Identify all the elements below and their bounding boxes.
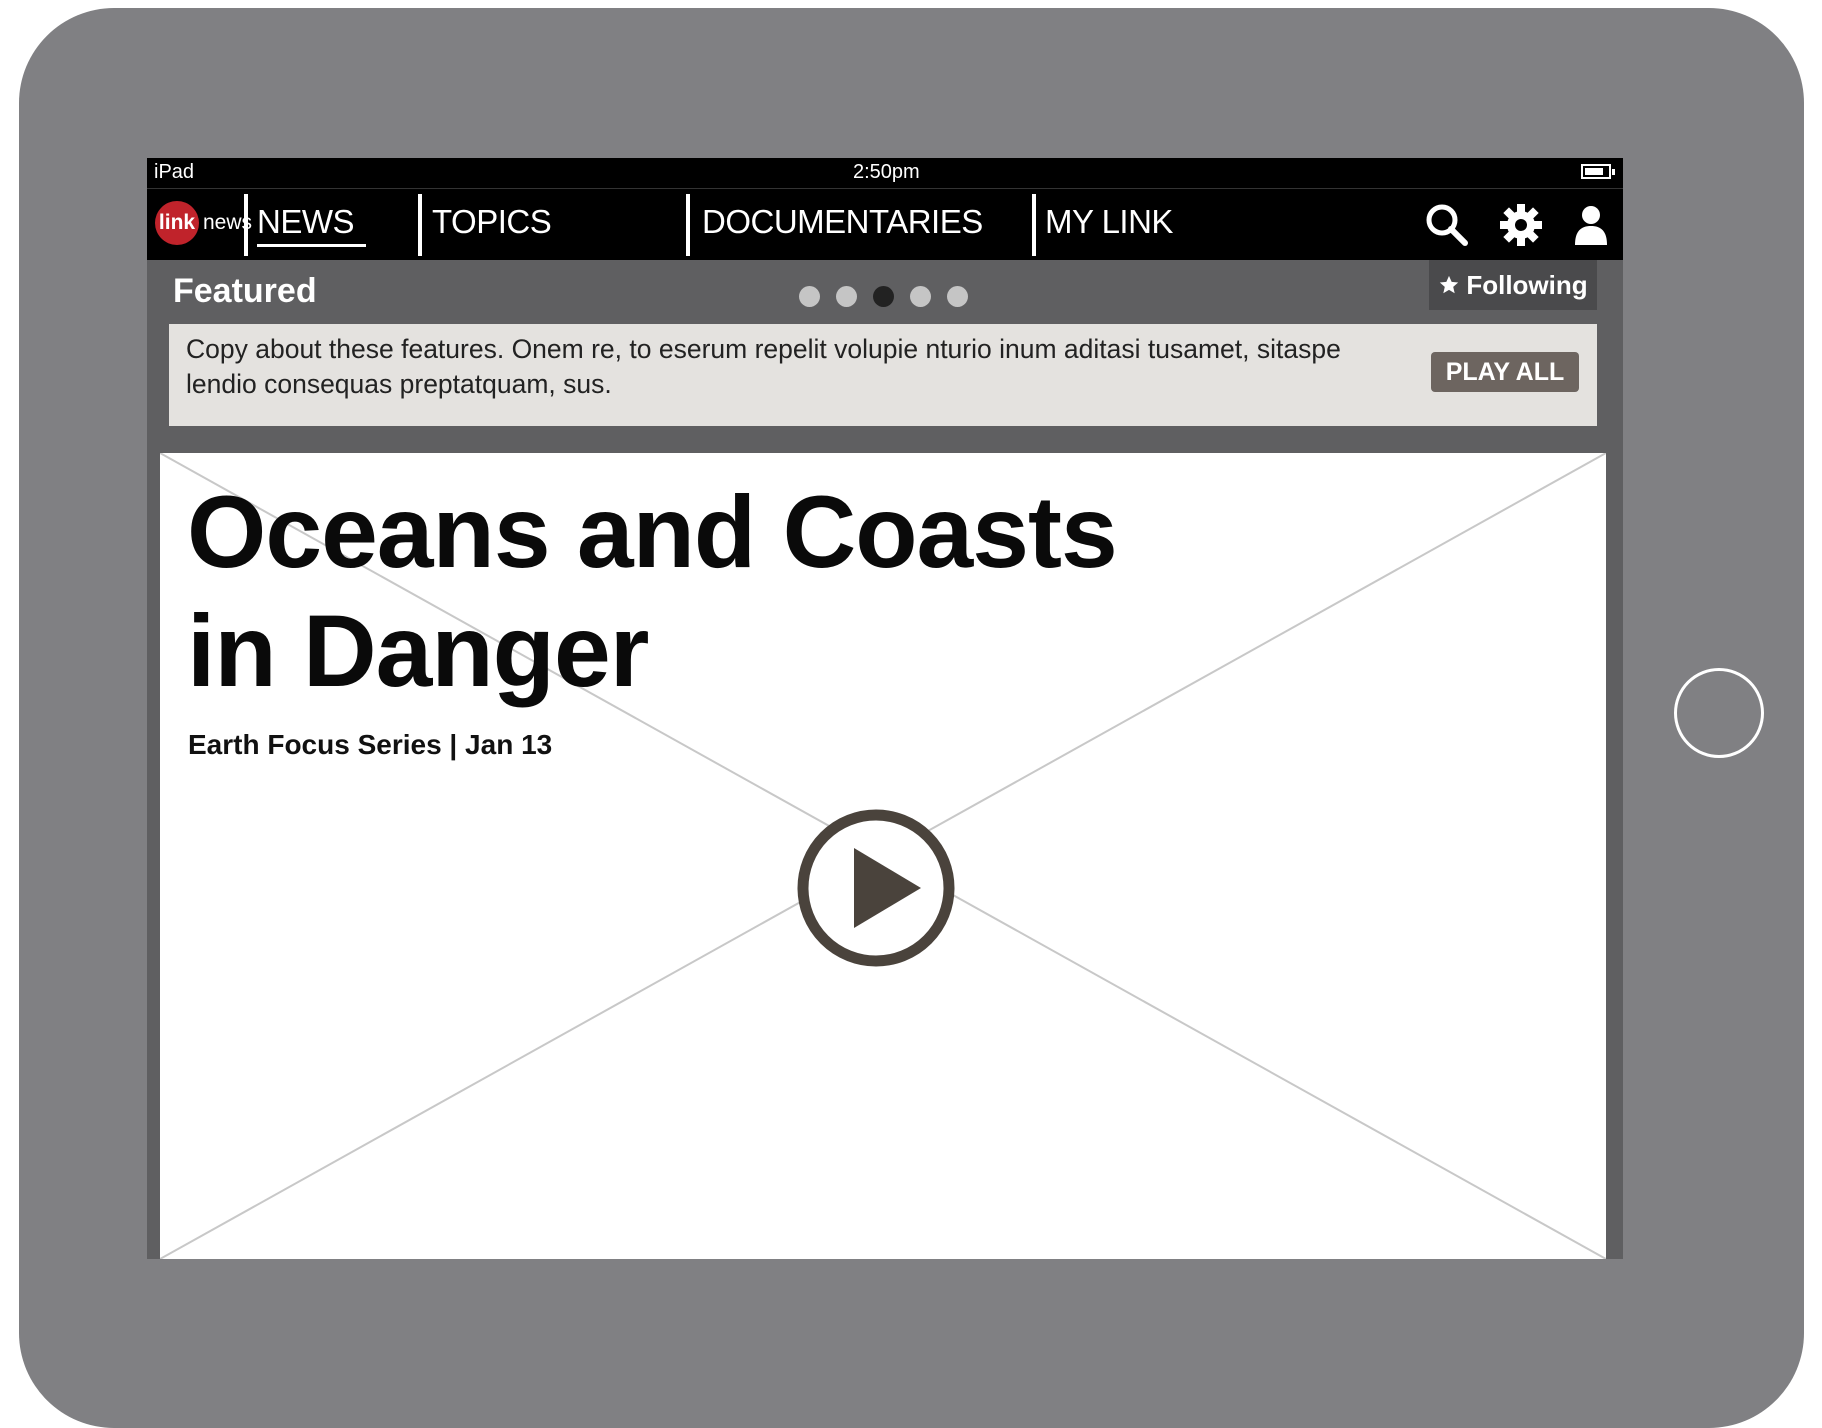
video-title-line-1: Oceans and Coasts — [187, 475, 1118, 589]
logo-mark: link — [155, 201, 199, 245]
play-icon[interactable] — [796, 808, 956, 968]
featured-header: Featured Following — [147, 260, 1623, 324]
clock: 2:50pm — [853, 161, 920, 183]
battery-icon — [1581, 164, 1615, 179]
nav-tab-my-link[interactable]: MY LINK — [1045, 203, 1173, 241]
device-label: iPad — [154, 161, 195, 183]
video-title: Oceans and Coasts in Danger — [187, 473, 1287, 711]
featured-title: Featured — [173, 272, 317, 310]
nav-divider — [1032, 194, 1036, 256]
carousel-dot[interactable] — [836, 286, 857, 307]
featured-description-panel: Copy about these features. Onem re, to e… — [169, 324, 1597, 426]
nav-divider — [244, 194, 248, 256]
link-news-logo[interactable]: link news — [155, 201, 252, 245]
nav-tab-news[interactable]: NEWS — [257, 203, 366, 247]
video-meta: Earth Focus Series | Jan 13 — [188, 729, 553, 760]
nav-divider — [418, 194, 422, 256]
carousel-dot[interactable] — [799, 286, 820, 307]
nav-tab-documentaries[interactable]: DOCUMENTARIES — [702, 203, 983, 241]
gear-icon[interactable] — [1497, 201, 1545, 249]
nav-tab-topics[interactable]: TOPICS — [432, 203, 552, 241]
star-icon — [1440, 275, 1459, 294]
following-label: Following — [1466, 269, 1588, 300]
search-icon[interactable] — [1423, 201, 1471, 249]
featured-video-card[interactable]: Oceans and Coasts in Danger Earth Focus … — [160, 453, 1606, 1259]
following-button[interactable]: Following — [1429, 260, 1597, 310]
video-title-line-2: in Danger — [187, 594, 649, 708]
app-screen: iPad 2:50pm link news NEWS TOPICS DOCUME… — [147, 158, 1623, 1259]
carousel-dot-active[interactable] — [873, 286, 894, 307]
carousel-dot[interactable] — [947, 286, 968, 307]
carousel-pagination — [799, 286, 968, 307]
play-all-button[interactable]: PLAY ALL — [1431, 352, 1579, 392]
top-navigation: link news NEWS TOPICS DOCUMENTARIES MY L… — [147, 188, 1623, 260]
user-icon[interactable] — [1567, 201, 1615, 249]
carousel-dot[interactable] — [910, 286, 931, 307]
nav-divider — [686, 194, 690, 256]
featured-description: Copy about these features. Onem re, to e… — [186, 334, 1341, 399]
home-button[interactable] — [1674, 668, 1764, 758]
status-bar: iPad 2:50pm — [147, 158, 1623, 188]
